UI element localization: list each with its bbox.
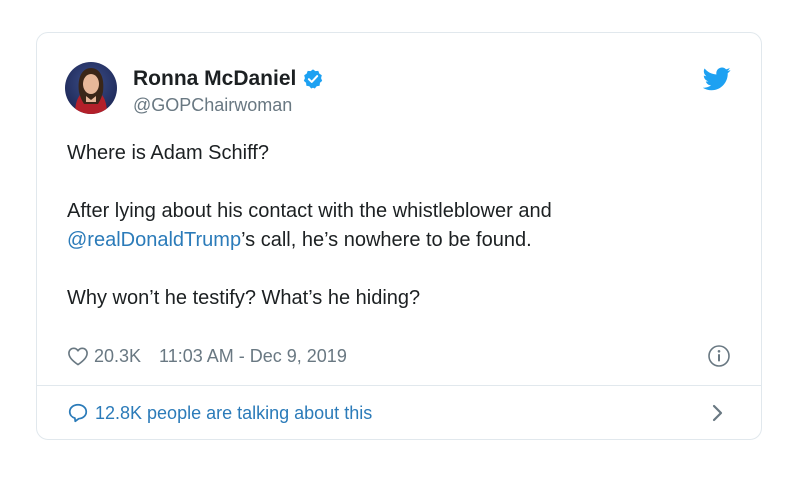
author-block: Ronna McDaniel @GOPChairwoman <box>133 66 324 117</box>
tweet-text: Where is Adam Schiff? After lying about … <box>67 139 727 313</box>
tweet-line-3: Why won’t he testify? What’s he hiding? <box>67 287 421 309</box>
talking-label: 12.8K people are talking about this <box>95 402 373 423</box>
info-icon[interactable] <box>707 344 731 368</box>
timestamp[interactable]: 11:03 AM - Dec 9, 2019 <box>159 346 347 367</box>
tweet-line-2: After lying about his contact with the w… <box>67 197 727 255</box>
chevron-right-icon[interactable] <box>711 403 725 423</box>
speech-bubble-icon <box>67 402 89 424</box>
mention-link[interactable]: @realDonaldTrump <box>67 229 241 251</box>
author-handle[interactable]: @GOPChairwoman <box>133 93 324 117</box>
tweet-line-2b: ’s call, he’s nowhere to be found. <box>241 229 532 251</box>
twitter-bird-icon[interactable] <box>702 67 731 91</box>
avatar[interactable] <box>65 62 117 114</box>
heart-icon[interactable] <box>67 346 89 366</box>
divider <box>37 385 761 386</box>
like-count[interactable]: 20.3K <box>94 346 141 367</box>
author-name[interactable]: Ronna McDaniel <box>133 66 296 92</box>
tweet-card: Ronna McDaniel @GOPChairwoman Where is A… <box>36 32 762 440</box>
verified-badge-icon <box>302 68 324 90</box>
tweet-line-2a: After lying about his contact with the w… <box>67 200 552 222</box>
tweet-line-1: Where is Adam Schiff? <box>67 142 269 164</box>
tweet-meta: 20.3K 11:03 AM - Dec 9, 2019 <box>67 344 347 368</box>
talking-link[interactable]: 12.8K people are talking about this <box>67 400 372 426</box>
